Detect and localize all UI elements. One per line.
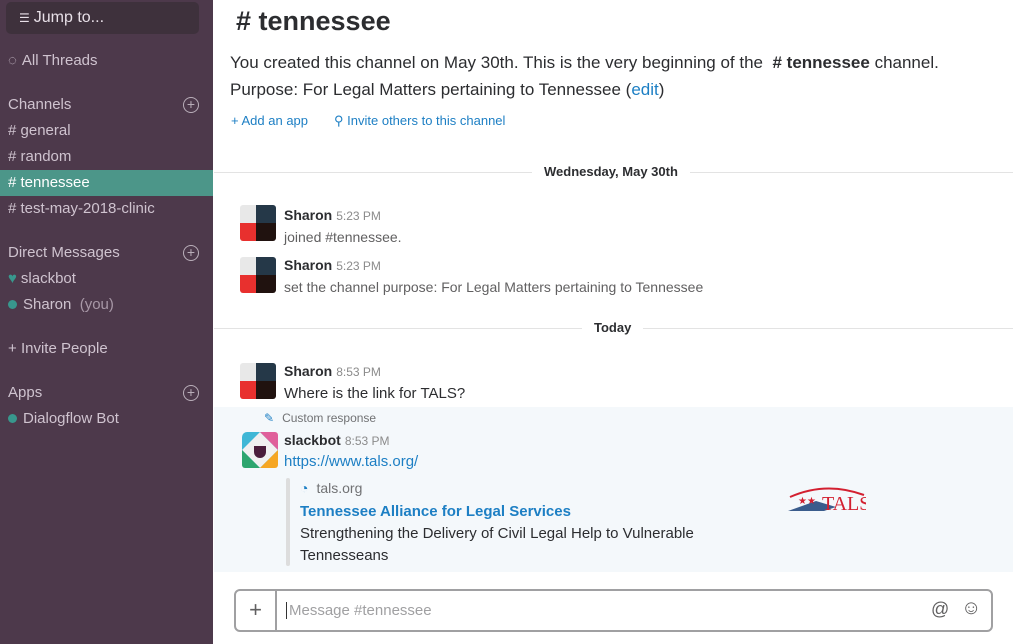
day-divider-label: Wednesday, May 30th [532,164,690,179]
channel-intro: You created this channel on May 30th. Th… [230,53,939,72]
message-input[interactable]: Message #tennessee [286,602,432,619]
invite-label: Invite People [20,340,108,357]
threads-icon: ◌ [8,52,17,69]
tals-logo[interactable]: ★★ TALS [786,483,870,515]
custom-label: Custom response [282,411,377,425]
unfurl-description-cont: Tennesseans [300,547,389,564]
intro-channel: tennessee [786,53,870,72]
timestamp[interactable]: 5:23 PM [336,259,381,273]
jump-label: Jump to... [33,9,105,26]
add-dm-icon[interactable]: + [183,245,199,261]
channel-label: random [20,148,72,165]
avatar[interactable] [240,205,276,241]
intro-post: channel. [874,53,939,72]
user-name[interactable]: Sharon [284,207,332,223]
dm-header[interactable]: Direct Messages [8,244,120,261]
message-header: Sharon 8:53 PM [284,363,381,381]
dm-label: Sharon [23,296,72,313]
invite-others-link[interactable]: ⚲ Invite others to this channel [334,113,505,129]
unfurl-description: Strengthening the Delivery of Civil Lega… [300,525,694,542]
channels-header[interactable]: Channels [8,96,71,113]
heart-icon: ♥ [8,270,17,287]
add-channel-icon[interactable]: + [183,97,199,113]
message-link[interactable]: https://www.tals.org/ [284,453,418,470]
timestamp[interactable]: 8:53 PM [336,365,381,379]
sidebar-channel-random[interactable]: # random [8,148,71,165]
sidebar-channel-tennessee[interactable]: # tennessee [8,174,90,191]
message-text: joined #tennessee. [284,229,402,245]
unfurl-site: ◔ tals.org [300,480,362,496]
jump-icon: ☰ [19,11,30,25]
unfurl-title-link[interactable]: Tennessee Alliance for Legal Services [300,503,571,520]
message-text: Where is the link for TALS? [284,385,466,402]
sidebar: ☰ Jump to... ◌ All Threads Channels + # ge… [0,0,213,644]
pencil-icon: ✎ [264,411,275,425]
presence-dot-icon [8,300,17,309]
intro-text: You created this channel on May 30th. Th… [230,53,764,72]
you-label: (you) [79,296,114,313]
message-text: set the channel purpose: For Legal Matte… [284,279,704,295]
invite-others-label: Invite others to this channel [347,113,506,128]
sidebar-channel-general[interactable]: # general [8,122,71,139]
channel-label: test-may-2018-clinic [20,200,155,217]
unfurl-bar [286,478,290,566]
user-name[interactable]: Sharon [284,363,332,379]
site-label: tals.org [316,480,363,496]
purpose-text: Purpose: For Legal Matters pertaining to… [230,80,621,99]
message-header: Sharon 5:23 PM [284,207,381,225]
user-name[interactable]: slackbot [284,432,341,448]
person-icon: ⚲ [334,113,344,128]
avatar[interactable] [240,257,276,293]
channel-purpose: Purpose: For Legal Matters pertaining to… [230,80,665,99]
jump-to-button[interactable]: ☰ Jump to... [6,2,199,34]
sidebar-dm-sharon[interactable]: Sharon (you) [8,296,114,313]
channel-label: tennessee [20,174,90,191]
emoji-icon[interactable]: ☺ [961,597,981,620]
sidebar-dm-slackbot[interactable]: ♥ slackbot [8,270,76,287]
attach-plus-button[interactable]: + [236,591,277,630]
sidebar-app-dialogflow[interactable]: Dialogflow Bot [8,410,119,427]
site-favicon-icon: ◔ [300,480,309,496]
mention-icon[interactable]: @ [931,599,949,620]
avatar[interactable] [240,363,276,399]
channel-main: # tennessee You created this channel on … [214,0,1013,644]
app-label: Dialogflow Bot [23,410,119,427]
presence-dot-icon [8,414,17,423]
all-threads-label: All Threads [21,52,98,69]
message-header: slackbot 8:53 PM [284,432,390,450]
apps-header[interactable]: Apps [8,384,42,401]
message-composer: + Message #tennessee @ ☺ [234,589,993,632]
add-app-link[interactable]: + Add an app [231,113,308,128]
invite-people[interactable]: + Invite People [8,340,108,357]
timestamp[interactable]: 8:53 PM [345,434,390,448]
sidebar-channel-test[interactable]: # test-may-2018-clinic [8,200,155,217]
custom-response-label: ✎ Custom response [264,411,376,425]
user-name[interactable]: Sharon [284,257,332,273]
add-app-label: Add an app [241,113,309,128]
all-threads[interactable]: ◌ All Threads [8,52,98,69]
svg-text:TALS: TALS [822,493,866,515]
page-title: # tennessee [236,6,391,36]
svg-text:★★: ★★ [798,496,816,507]
day-divider-label: Today [582,320,644,335]
message-header: Sharon 5:23 PM [284,257,381,275]
channel-label: general [20,122,71,139]
add-app-icon[interactable]: + [183,385,199,401]
edit-purpose-link[interactable]: edit [631,80,658,99]
title-text: tennessee [258,6,391,36]
slackbot-avatar[interactable] [242,432,278,468]
dm-label: slackbot [20,270,76,287]
timestamp[interactable]: 5:23 PM [336,209,381,223]
